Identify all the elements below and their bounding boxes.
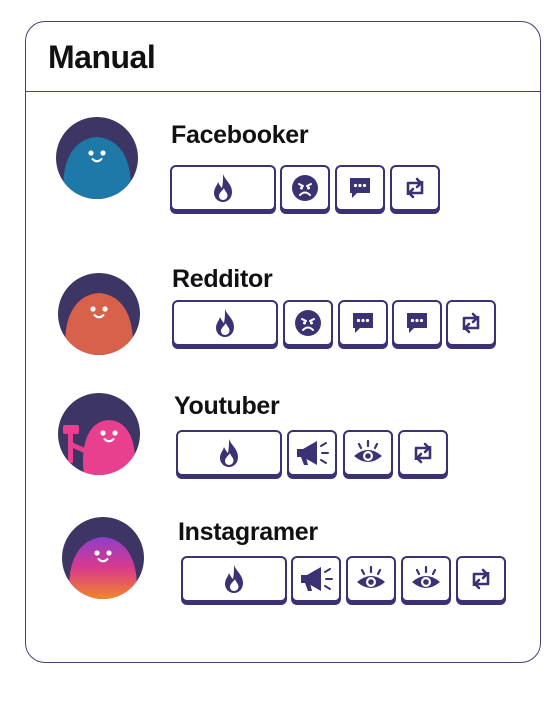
angry-face-icon [292, 175, 318, 201]
view-button[interactable] [346, 556, 396, 602]
fire-icon [225, 565, 243, 593]
chat-bubble-icon [407, 313, 427, 333]
fire-button[interactable] [170, 165, 276, 211]
view-button[interactable] [343, 430, 393, 476]
angry-reaction-button[interactable] [280, 165, 330, 211]
megaphone-icon [301, 567, 333, 591]
avatar-instagramer [62, 517, 144, 599]
view-button[interactable] [401, 556, 451, 602]
fire-icon [214, 174, 232, 202]
comment-button[interactable] [392, 300, 442, 346]
fire-button[interactable] [181, 556, 287, 602]
user-name-facebooker: Facebooker [171, 121, 309, 149]
angry-reaction-button[interactable] [283, 300, 333, 346]
repost-button[interactable] [398, 430, 448, 476]
repost-button[interactable] [446, 300, 496, 346]
manual-title: Manual [48, 39, 156, 75]
avatar-youtuber [58, 393, 140, 475]
repost-icon [462, 312, 480, 334]
user-name-instagramer: Instagramer [178, 518, 318, 546]
repost-button[interactable] [456, 556, 506, 602]
angry-face-icon [295, 310, 321, 336]
shout-button[interactable] [287, 430, 337, 476]
fire-button[interactable] [176, 430, 282, 476]
chat-bubble-icon [350, 178, 370, 198]
eye-icon [412, 565, 440, 588]
megaphone-icon [297, 441, 329, 465]
eye-icon [354, 439, 382, 462]
shout-button[interactable] [291, 556, 341, 602]
repost-icon [406, 177, 424, 199]
fire-icon [216, 309, 234, 337]
avatar-facebooker [56, 117, 138, 199]
fire-icon [220, 439, 238, 467]
repost-icon [414, 442, 432, 464]
comment-button[interactable] [338, 300, 388, 346]
comment-button[interactable] [335, 165, 385, 211]
user-name-redditor: Redditor [172, 265, 273, 293]
chat-bubble-icon [353, 313, 373, 333]
manual-header: Manual [26, 22, 540, 92]
eye-icon [357, 565, 385, 588]
user-name-youtuber: Youtuber [174, 392, 280, 420]
repost-button[interactable] [390, 165, 440, 211]
fire-button[interactable] [172, 300, 278, 346]
avatar-redditor [58, 273, 140, 355]
repost-icon [472, 568, 490, 590]
